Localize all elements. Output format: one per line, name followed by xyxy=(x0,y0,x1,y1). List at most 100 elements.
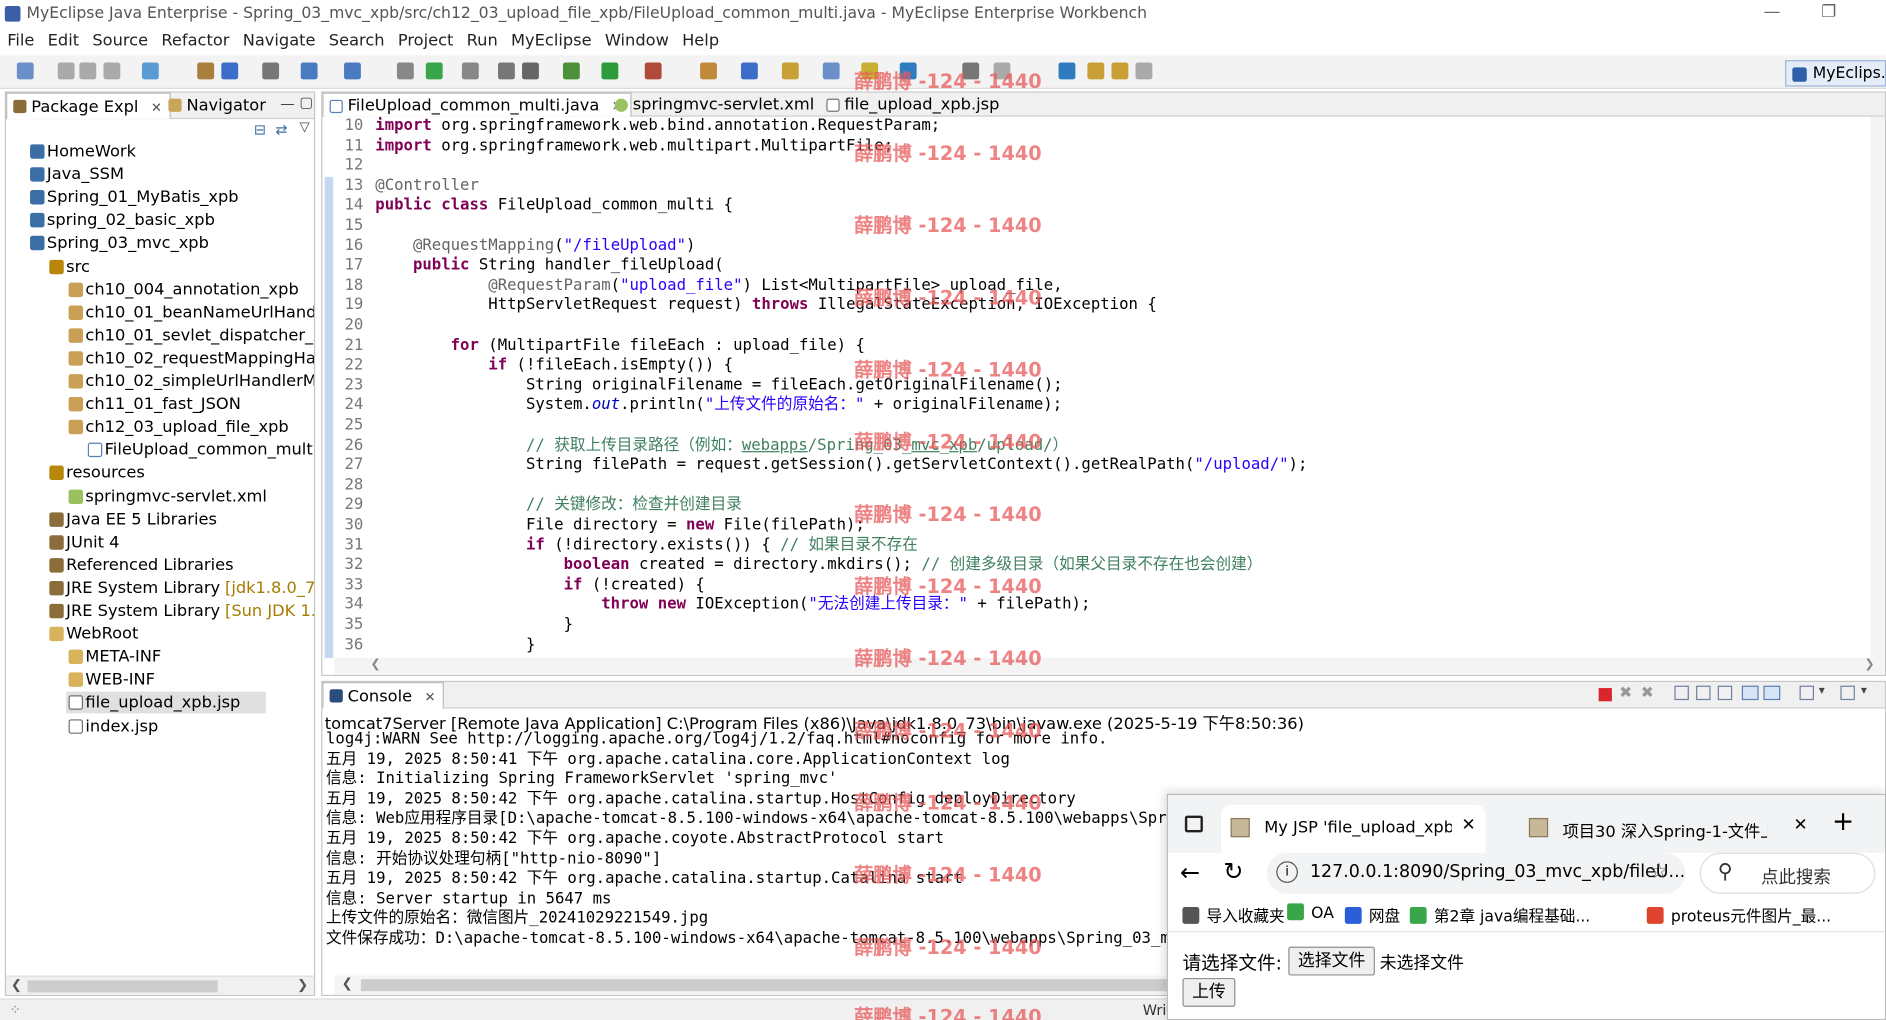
toolbar-icon[interactable] xyxy=(562,62,580,80)
minimize-button[interactable]: — xyxy=(1763,2,1780,21)
project-icon xyxy=(30,167,45,182)
toolbar-icon[interactable] xyxy=(644,62,662,80)
menu-project[interactable]: Project xyxy=(391,29,460,50)
bookmark-item[interactable]: 网盘 xyxy=(1344,903,1400,927)
toolbar-icon[interactable] xyxy=(262,62,280,80)
toolbar-icon[interactable] xyxy=(425,62,443,80)
menu-window[interactable]: Window xyxy=(598,29,675,50)
toolbar-icon[interactable] xyxy=(103,62,121,80)
toolbar-icon[interactable] xyxy=(822,62,840,80)
reload-icon[interactable]: ↻ xyxy=(1223,856,1243,885)
remove-all-icon[interactable]: ✖ xyxy=(1641,684,1654,702)
bookmark-item[interactable]: proteus元件图片_最... xyxy=(1646,903,1831,927)
menu-refactor[interactable]: Refactor xyxy=(154,29,235,50)
word-wrap-icon[interactable] xyxy=(1717,685,1733,701)
remove-launch-icon[interactable]: ✖ xyxy=(1619,684,1632,702)
toolbar-icon[interactable] xyxy=(461,62,479,80)
url-text[interactable]: 127.0.0.1:8090/Spring_03_mvc_xpb/fileU..… xyxy=(1310,862,1685,881)
menu-run[interactable]: Run xyxy=(459,29,503,50)
scrollbar-thumb[interactable] xyxy=(360,979,1179,992)
bookmark-item[interactable]: 第2章 java编程基础... xyxy=(1409,903,1590,927)
toolbar-icon[interactable] xyxy=(498,62,515,80)
toolbar-icon[interactable] xyxy=(601,62,619,80)
toolbar-icon[interactable] xyxy=(781,62,799,80)
close-icon[interactable]: ✕ xyxy=(1794,816,1808,835)
show-console-stdout-icon[interactable] xyxy=(1741,685,1759,701)
toolbar-icon[interactable] xyxy=(396,62,414,80)
menu-file[interactable]: File xyxy=(0,29,40,50)
terminate-icon[interactable] xyxy=(1598,688,1612,702)
toolbar-icon[interactable] xyxy=(221,62,239,80)
tab-file-upload-jsp[interactable]: file_upload_xpb.jsp xyxy=(820,93,1006,117)
tab-springmvc-servlet-xml[interactable]: springmvc-servlet.xml xyxy=(609,93,822,117)
menu-myeclipse[interactable]: MyEclipse xyxy=(504,29,598,50)
toolbar-icon[interactable] xyxy=(79,62,97,80)
toolbar-icon[interactable] xyxy=(700,62,717,80)
address-bar[interactable]: i 127.0.0.1:8090/Spring_03_mvc_xpb/fileU… xyxy=(1266,852,1686,894)
toolbar-icon[interactable] xyxy=(1058,62,1076,80)
tab-fileupload-java[interactable]: FileUpload_common_multi.java ✕ xyxy=(322,92,632,117)
view-menu-icon[interactable]: ▽ xyxy=(300,119,310,135)
menu-source[interactable]: Source xyxy=(85,29,154,50)
close-icon[interactable]: ✕ xyxy=(424,689,435,705)
new-tab-icon[interactable]: + xyxy=(1832,807,1854,837)
toolbar-icon[interactable] xyxy=(141,62,159,80)
menu-navigate[interactable]: Navigate xyxy=(235,29,321,50)
tab-package-explorer[interactable]: Package Expl ✕ xyxy=(6,92,171,120)
toolbar-icon[interactable] xyxy=(16,62,34,80)
bookmark-star-icon[interactable]: ☆ xyxy=(1649,859,1668,884)
toolbar-icon[interactable] xyxy=(57,62,75,80)
choose-file-button[interactable]: 选择文件 xyxy=(1288,946,1375,976)
toolbar-icon[interactable] xyxy=(300,62,318,80)
back-arrow-icon[interactable]: ← xyxy=(1180,858,1200,887)
toolbar-icon[interactable] xyxy=(1135,62,1153,80)
tree-item[interactable]: file_upload_xpb.jsp xyxy=(66,692,267,714)
code-area[interactable]: 10 import org.springframework.web.bind.an… xyxy=(334,117,1868,661)
toolbar-icon[interactable] xyxy=(1087,62,1105,80)
browser-tab-active[interactable]: My JSP 'file_upload_xpb.jsp' startin ✕ xyxy=(1220,804,1486,853)
show-console-stderr-icon[interactable] xyxy=(1763,685,1781,701)
tab-navigator[interactable]: Navigator xyxy=(162,93,273,119)
scrollbar-thumb[interactable] xyxy=(27,980,218,993)
restore-button[interactable]: ❐ xyxy=(1821,2,1836,21)
scroll-right-icon[interactable]: ❯ xyxy=(297,977,308,993)
scroll-left-icon[interactable]: ❮ xyxy=(11,977,22,993)
perspective-switch-button[interactable]: MyEclips... xyxy=(1785,60,1886,87)
sidebar-toggle-icon[interactable] xyxy=(1184,815,1203,833)
toolbar-icon[interactable] xyxy=(197,62,215,80)
toolbar-icon[interactable] xyxy=(344,62,361,80)
open-console-dropdown-icon[interactable]: ▾ xyxy=(1861,684,1867,697)
scroll-right-icon[interactable]: ❯ xyxy=(1864,658,1874,671)
line-number: 13 xyxy=(344,176,364,195)
search-box[interactable]: ⚲ 点此搜索 xyxy=(1699,852,1876,894)
clear-console-icon[interactable] xyxy=(1674,685,1689,701)
collapse-all-icon[interactable]: ⊟ xyxy=(254,121,266,138)
display-console-dropdown-icon[interactable]: ▾ xyxy=(1819,684,1825,697)
open-console-icon[interactable] xyxy=(1840,685,1855,701)
upload-submit-button[interactable]: 上传 xyxy=(1182,977,1236,1007)
menu-help[interactable]: Help xyxy=(675,29,725,50)
toolbar-icon[interactable] xyxy=(522,62,539,80)
editor-horizontal-scrollbar[interactable]: ❮ ❯ xyxy=(334,657,1885,675)
pin-console-icon[interactable] xyxy=(1799,685,1814,701)
myeclipse-logo-icon xyxy=(4,6,21,22)
scroll-left-icon[interactable]: ❮ xyxy=(342,976,353,992)
bookmark-item[interactable]: 导入收藏夹 xyxy=(1182,903,1285,927)
toolbar-icon[interactable] xyxy=(740,62,758,80)
editor-vertical-scrollbar[interactable] xyxy=(1870,116,1885,661)
minimize-view-icon[interactable]: — xyxy=(280,95,294,112)
close-icon[interactable]: ✕ xyxy=(151,100,162,116)
link-with-editor-icon[interactable]: ⇄ xyxy=(275,121,287,138)
menu-search[interactable]: Search xyxy=(322,29,391,50)
tree-horizontal-scrollbar[interactable]: ❮ ❯ xyxy=(6,975,314,995)
scroll-left-icon[interactable]: ❮ xyxy=(370,658,380,671)
maximize-view-icon[interactable]: ▢ xyxy=(300,94,314,111)
site-info-icon[interactable]: i xyxy=(1276,861,1298,883)
close-icon[interactable]: ✕ xyxy=(1462,816,1476,835)
toolbar-icon[interactable] xyxy=(1111,62,1129,80)
scroll-lock-icon[interactable] xyxy=(1696,685,1711,701)
browser-tab-inactive[interactable]: 项目30 深入Spring-1-文件上传-题 ✕ xyxy=(1493,805,1815,853)
menu-edit[interactable]: Edit xyxy=(40,29,85,50)
tab-console[interactable]: Console ✕ xyxy=(322,682,445,709)
bookmark-item[interactable]: OA xyxy=(1287,903,1334,927)
